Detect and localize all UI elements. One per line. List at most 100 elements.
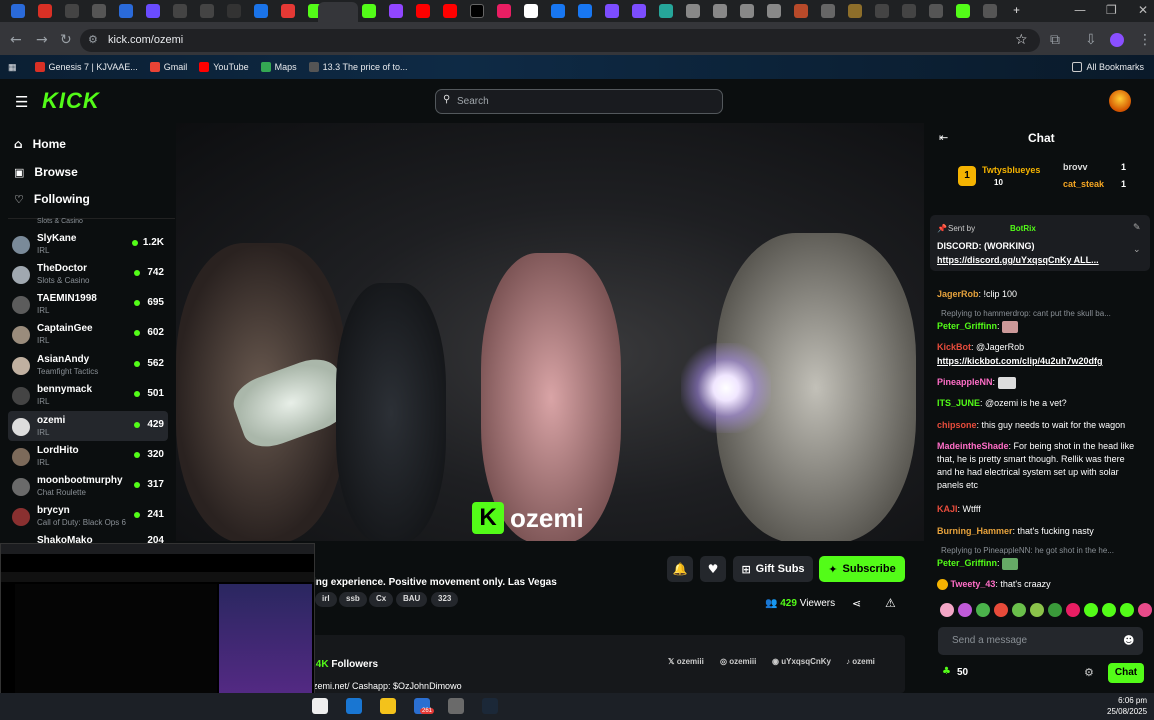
tab-favicon-icon[interactable] xyxy=(874,4,889,18)
subscribe-button[interactable]: ✦ Subscribe xyxy=(819,556,905,582)
tab-favicon-icon[interactable] xyxy=(37,4,52,18)
stream-tag[interactable]: Cx xyxy=(369,592,394,607)
url-text[interactable]: kick.com/ozemi xyxy=(108,34,183,46)
chat-username[interactable]: Burning_Hammer xyxy=(937,526,1013,536)
bookmark-item[interactable]: YouTube xyxy=(199,62,249,72)
leaderboard-name[interactable]: cat_steak xyxy=(1063,179,1104,189)
chat-message[interactable]: Peter_Griffinn: xyxy=(937,557,1142,570)
chat-username[interactable]: MadeintheShade xyxy=(937,441,1009,451)
unpin-icon[interactable]: ✎ xyxy=(1133,223,1141,233)
follow-heart-icon[interactable]: ♥ xyxy=(700,556,726,582)
tab-favicon-icon[interactable] xyxy=(685,4,700,18)
chat-message[interactable]: chipsone: this guy needs to wait for the… xyxy=(937,419,1142,432)
sidebar-item-browse[interactable]: ▣ Browse xyxy=(14,165,78,179)
chat-message[interactable]: JagerRob: !clip 100 xyxy=(937,288,1142,301)
leaderboard-name[interactable]: Twtysblueyes xyxy=(982,165,1040,175)
tab-favicon-icon[interactable] xyxy=(631,4,646,18)
tab-favicon-icon[interactable] xyxy=(226,4,241,18)
emote-icon[interactable] xyxy=(1102,603,1116,617)
chat-username[interactable]: Tweety_43 xyxy=(951,579,996,589)
emote-icon[interactable] xyxy=(1084,603,1098,617)
tab-favicon-icon[interactable] xyxy=(955,4,970,18)
tab-favicon-icon[interactable] xyxy=(793,4,808,18)
collapse-chat-icon[interactable]: ⇤ xyxy=(939,131,948,144)
chat-message[interactable]: Peter_Griffinn: xyxy=(937,320,1142,333)
emote-icon[interactable] xyxy=(976,603,990,617)
emote-icon[interactable] xyxy=(1120,603,1134,617)
emote-icon[interactable] xyxy=(1012,603,1026,617)
pinned-link[interactable]: https://discord.gg/uYxqsqCnKy ALL... xyxy=(937,255,1099,265)
channel-item[interactable]: LordHito IRL 320 xyxy=(8,441,168,471)
channel-item[interactable]: TAEMIN1998 IRL 695 xyxy=(8,289,168,319)
system-clock[interactable]: 6:06 pm 25/08/2025 xyxy=(1107,695,1147,717)
omnibox[interactable] xyxy=(80,29,1040,52)
emote-icon[interactable] xyxy=(1030,603,1044,617)
chat-message[interactable]: PineappleNN: xyxy=(937,376,1142,389)
gift-subs-button[interactable]: ⊞ Gift Subs xyxy=(733,556,813,582)
overlay-window[interactable] xyxy=(0,543,315,714)
reload-icon[interactable]: ↻ xyxy=(60,32,72,48)
chat-message[interactable]: MadeintheShade: For being shot in the he… xyxy=(937,440,1142,492)
channel-item[interactable]: brycyn Call of Duty: Black Ops 6 241 xyxy=(8,501,168,531)
tab-favicon-icon[interactable] xyxy=(523,4,538,18)
share-icon[interactable]: ⋖ xyxy=(852,597,861,610)
tab-favicon-icon[interactable] xyxy=(739,4,754,18)
tab-favicon-icon[interactable] xyxy=(847,4,862,18)
chat-message[interactable]: KAJI: Wtfff xyxy=(937,503,1142,516)
stream-tag[interactable]: irl xyxy=(315,592,337,607)
bookmark-item[interactable]: 13.3 The price of to... xyxy=(308,62,408,72)
emote-icon[interactable] xyxy=(994,603,1008,617)
channel-item[interactable]: AsianAndy Teamfight Tactics 562 xyxy=(8,350,168,380)
tab-favicon-icon[interactable] xyxy=(172,4,187,18)
social-link-instagram[interactable]: ◎ ozemiii xyxy=(720,657,756,666)
maximize-icon[interactable]: ❐ xyxy=(1106,3,1117,17)
social-link-tiktok[interactable]: ♪ ozemi xyxy=(846,657,875,666)
tab-favicon-icon[interactable] xyxy=(496,4,511,18)
stream-tag[interactable]: 323 xyxy=(431,592,459,607)
tab-favicon-icon[interactable] xyxy=(199,4,214,18)
tab-favicon-icon[interactable] xyxy=(550,4,565,18)
bookmark-item[interactable]: Gmail xyxy=(149,62,187,72)
tab-favicon-icon[interactable] xyxy=(145,4,160,18)
extensions-icon[interactable]: ⧉ xyxy=(1050,32,1060,48)
steam-icon[interactable] xyxy=(482,698,498,714)
tab-favicon-icon[interactable] xyxy=(415,4,430,18)
emote-icon[interactable] xyxy=(940,603,954,617)
tab-favicon-icon[interactable] xyxy=(442,4,457,18)
emoji-picker-icon[interactable]: ☻ xyxy=(1123,634,1134,647)
chat-settings-gear-icon[interactable]: ⚙ xyxy=(1084,666,1094,679)
channel-item[interactable]: SlyKane IRL 1.2K xyxy=(8,229,168,259)
tab-favicon-icon[interactable] xyxy=(982,4,997,18)
channel-points[interactable]: 50 xyxy=(957,667,968,678)
tab-favicon-icon[interactable] xyxy=(658,4,673,18)
chat-link[interactable]: https://kickbot.com/clip/4u2uh7w20dfg xyxy=(937,356,1103,366)
close-window-icon[interactable]: ✕ xyxy=(1138,3,1148,17)
social-link-discord[interactable]: ◉ uYxqsqCnKy xyxy=(772,657,831,666)
chat-message[interactable]: Tweety_43: that's craazy xyxy=(937,578,1142,591)
channel-item[interactable]: moonbootmurphy Chat Roulette 317 xyxy=(8,471,168,501)
tab-favicon-icon[interactable] xyxy=(388,4,403,18)
tab-favicon-icon[interactable] xyxy=(253,4,268,18)
hamburger-menu-icon[interactable]: ☰ xyxy=(15,93,28,111)
tab-favicon-icon[interactable] xyxy=(577,4,592,18)
taskbar-app-icon[interactable] xyxy=(448,698,464,714)
emote-icon[interactable] xyxy=(1048,603,1062,617)
chat-message[interactable]: Burning_Hammer: that's fucking nasty xyxy=(937,525,1142,538)
chat-username[interactable]: ITS_JUNE xyxy=(937,398,980,408)
bookmark-star-icon[interactable]: ☆ xyxy=(1015,32,1028,48)
tab-favicon-icon[interactable] xyxy=(91,4,106,18)
emote-icon[interactable] xyxy=(1138,603,1152,617)
send-chat-button[interactable]: Chat xyxy=(1108,663,1144,683)
chat-username[interactable]: Peter_Griffinn xyxy=(937,558,997,568)
tab-favicon-icon[interactable] xyxy=(10,4,25,18)
stream-tag[interactable]: BAU xyxy=(396,592,428,607)
expand-pinned-icon[interactable]: ⌄ xyxy=(1133,245,1141,255)
channel-item[interactable]: CaptainGee IRL 602 xyxy=(8,319,168,349)
notification-bell-icon[interactable]: 🔔 xyxy=(667,556,693,582)
channel-item-active[interactable]: ozemi IRL 429 xyxy=(8,411,168,441)
channel-item[interactable]: TheDoctor Slots & Casino 742 xyxy=(8,259,168,289)
apps-icon[interactable]: ▦ xyxy=(8,62,17,73)
taskbar-app-icon[interactable] xyxy=(312,698,328,714)
chat-message[interactable]: KickBot: @JagerRob xyxy=(937,341,1142,354)
chat-username[interactable]: PineappleNN xyxy=(937,377,993,387)
